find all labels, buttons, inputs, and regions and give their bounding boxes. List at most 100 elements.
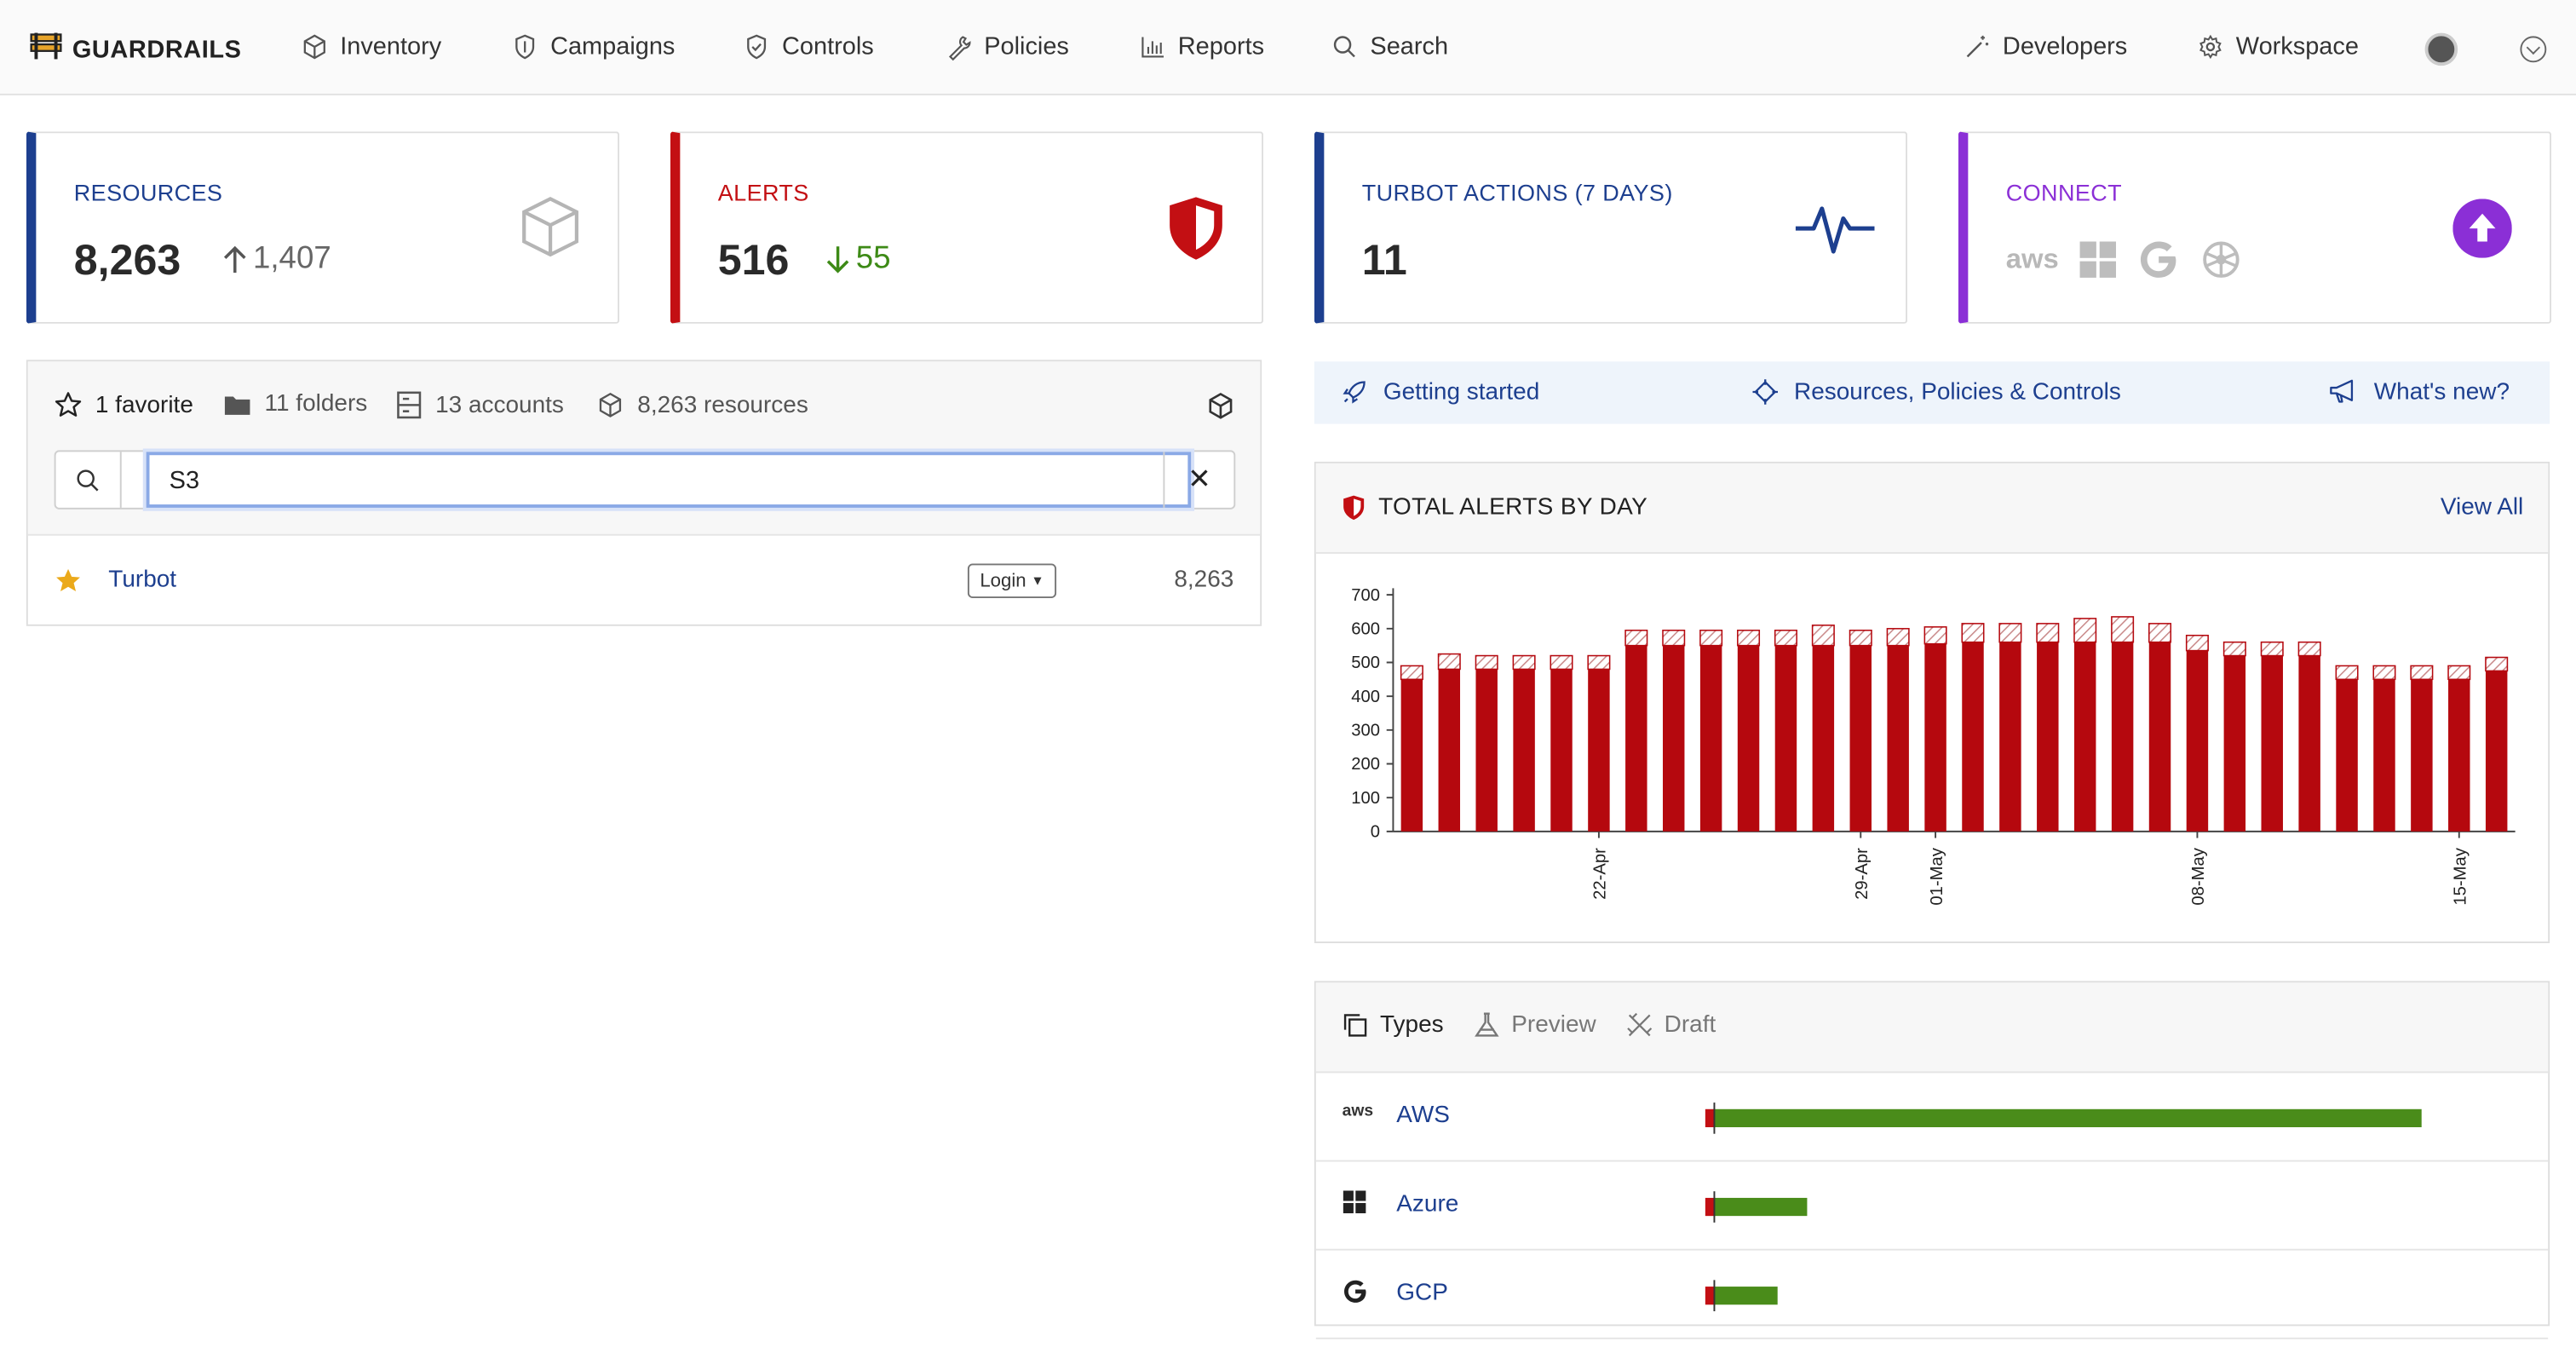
chart-bar-primary bbox=[1962, 642, 1984, 832]
search-icon bbox=[56, 452, 122, 508]
user-avatar[interactable] bbox=[2424, 32, 2458, 66]
type-name-link[interactable]: GCP bbox=[1396, 1280, 1448, 1306]
y-tick-label: 400 bbox=[1351, 688, 1380, 706]
nav-developers[interactable]: Developers bbox=[1964, 32, 2128, 61]
chart-bar-primary bbox=[1924, 643, 1946, 832]
chart-bar-primary bbox=[2448, 679, 2470, 832]
x-tick-label: 08-May bbox=[2189, 847, 2208, 905]
chart-bar-primary bbox=[1812, 645, 1835, 832]
folders-filter[interactable]: 11 folders bbox=[223, 391, 367, 417]
type-bar-ok bbox=[1714, 1197, 1808, 1217]
connect-card[interactable]: CONNECT aws bbox=[1958, 131, 2552, 324]
google-icon bbox=[1344, 1280, 1366, 1303]
app-root: GUARDRAILS Inventory Campaigns Controls … bbox=[0, 0, 2576, 1339]
chart-bar-secondary bbox=[2260, 641, 2284, 657]
nav-workspace[interactable]: Workspace bbox=[2196, 32, 2359, 61]
view-all-link[interactable]: View All bbox=[2441, 494, 2523, 521]
star-outline-icon bbox=[55, 392, 82, 417]
chart-bar-primary bbox=[1625, 645, 1647, 832]
nav-label: Policies bbox=[984, 32, 1069, 61]
search-input[interactable] bbox=[146, 452, 1192, 508]
type-row-aws[interactable]: aws AWS bbox=[1315, 1073, 2549, 1162]
nav-label: Workspace bbox=[2235, 32, 2359, 61]
type-row-azure[interactable]: Azure bbox=[1315, 1161, 2549, 1251]
nav-inventory[interactable]: Inventory bbox=[301, 33, 441, 60]
nav-policies[interactable]: Policies bbox=[945, 32, 1069, 61]
tab-label: Preview bbox=[1511, 1011, 1596, 1039]
tab-draft[interactable]: Draft bbox=[1626, 1012, 1716, 1039]
chart-bar-secondary bbox=[1737, 630, 1761, 647]
chart-bar-secondary bbox=[1662, 630, 1686, 647]
login-dropdown-button[interactable]: Login ▼ bbox=[967, 563, 1057, 598]
nav-controls[interactable]: Controls bbox=[743, 33, 874, 60]
cube-icon bbox=[519, 195, 581, 266]
magic-wand-icon bbox=[1966, 35, 1989, 58]
chart-bar-secondary bbox=[1961, 623, 1985, 643]
getting-started-link[interactable]: Getting started bbox=[1341, 378, 1539, 406]
favorite-count: 1 favorite bbox=[95, 391, 193, 418]
nav-label: Reports bbox=[1177, 32, 1265, 61]
whats-new-link[interactable]: What's new? bbox=[2328, 378, 2510, 406]
chart-bar-primary bbox=[1550, 669, 1573, 832]
chart-bar-primary bbox=[2298, 655, 2320, 832]
type-bar-tick bbox=[1713, 1103, 1716, 1134]
resources-card[interactable]: RESOURCES 8,263 1,407 bbox=[26, 131, 620, 324]
type-row-gcp[interactable]: GCP bbox=[1315, 1251, 2549, 1339]
close-icon: ✕ bbox=[1187, 463, 1211, 495]
chart-bar-primary bbox=[2111, 642, 2134, 832]
chart-bar-primary bbox=[2223, 655, 2246, 832]
google-icon bbox=[2141, 241, 2176, 278]
tab-types[interactable]: Types bbox=[1343, 1012, 1444, 1039]
nav-label: Developers bbox=[2002, 32, 2128, 61]
type-name-link[interactable]: AWS bbox=[1396, 1103, 1450, 1129]
azure-icon bbox=[1343, 1190, 1366, 1214]
cube-toggle-icon[interactable] bbox=[1206, 391, 1236, 429]
pencil-ruler-icon bbox=[1627, 1012, 1653, 1037]
folder-icon bbox=[224, 395, 250, 414]
type-bar-alerts bbox=[1705, 1197, 1715, 1217]
star-filled-icon[interactable] bbox=[55, 567, 83, 595]
chart-bar-secondary bbox=[1624, 630, 1648, 647]
chart-bar-secondary bbox=[1475, 654, 1498, 671]
chart-bar-secondary bbox=[1587, 654, 1611, 671]
chart-bar-primary bbox=[2148, 642, 2171, 832]
chart-bar-secondary bbox=[2410, 665, 2434, 681]
alerts-card[interactable]: ALERTS 516 55 bbox=[670, 131, 1264, 324]
chart-bar-secondary bbox=[1400, 665, 1423, 681]
chart-bar-primary bbox=[2411, 679, 2433, 832]
type-bar-tick bbox=[1713, 1191, 1716, 1223]
chart-bar-primary bbox=[2037, 642, 2059, 832]
x-tick-label: 15-May bbox=[2451, 847, 2470, 905]
chart-bar-secondary bbox=[1811, 625, 1835, 647]
alerts-delta: 55 bbox=[825, 241, 891, 277]
turbot-actions-card[interactable]: TURBOT ACTIONS (7 DAYS) 11 bbox=[1314, 131, 1908, 324]
accounts-filter[interactable]: 13 accounts bbox=[396, 391, 564, 419]
nav-reports[interactable]: Reports bbox=[1138, 32, 1265, 61]
chevron-down-icon[interactable] bbox=[2520, 36, 2547, 63]
type-bar-tick bbox=[1713, 1280, 1716, 1311]
chart-bar-primary bbox=[2261, 655, 2283, 832]
target-icon bbox=[1752, 379, 1779, 405]
upload-button[interactable] bbox=[2452, 199, 2512, 266]
y-tick-label: 300 bbox=[1351, 722, 1380, 740]
chart-bar-primary bbox=[1887, 645, 1909, 832]
aws-icon: aws bbox=[2005, 243, 2059, 275]
clear-search-button[interactable]: ✕ bbox=[1163, 452, 1233, 508]
chart-bar-secondary bbox=[2485, 656, 2509, 672]
type-name-link[interactable]: Azure bbox=[1396, 1191, 1458, 1218]
resources-policies-controls-link[interactable]: Resources, Policies & Controls bbox=[1751, 378, 2121, 406]
chart-bar-secondary bbox=[2447, 665, 2471, 681]
resources-filter[interactable]: 8,263 resources bbox=[596, 391, 808, 419]
favorites-filter[interactable]: 1 favorite bbox=[55, 391, 193, 419]
shield-alert-icon bbox=[1166, 195, 1225, 269]
alerts-label: ALERTS bbox=[717, 179, 809, 206]
brand-logo[interactable]: GUARDRAILS bbox=[30, 32, 242, 69]
megaphone-icon bbox=[2330, 379, 2354, 403]
chart-bar-primary bbox=[1400, 679, 1423, 832]
nav-search[interactable]: Search bbox=[1331, 33, 1448, 60]
nav-campaigns[interactable]: Campaigns bbox=[511, 33, 675, 60]
pulse-icon bbox=[1794, 199, 1876, 266]
list-item[interactable]: Turbot Login ▼ 8,263 bbox=[28, 536, 1260, 628]
tab-preview[interactable]: Preview bbox=[1474, 1012, 1596, 1039]
favorite-name-link[interactable]: Turbot bbox=[108, 567, 176, 593]
